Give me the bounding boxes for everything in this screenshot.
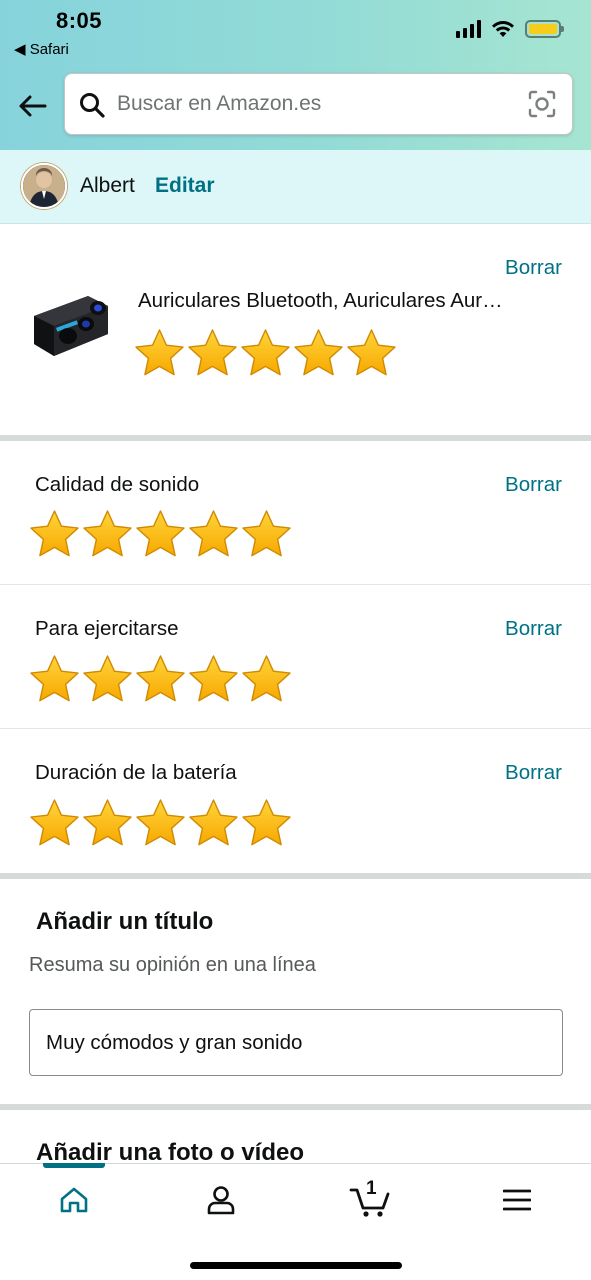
- camera-scan-icon[interactable]: [528, 90, 556, 118]
- search-input[interactable]: [117, 74, 517, 134]
- home-icon[interactable]: [44, 1178, 104, 1222]
- star-filled-icon[interactable]: [187, 653, 240, 706]
- star-filled-icon[interactable]: [81, 797, 134, 850]
- product-star-rating[interactable]: [133, 327, 398, 380]
- clear-product-rating-button[interactable]: Borrar: [505, 256, 562, 280]
- star-filled-icon[interactable]: [134, 653, 187, 706]
- section-divider: [0, 873, 591, 879]
- attribute-star-rating[interactable]: [28, 797, 293, 850]
- status-time: 8:05: [56, 8, 103, 33]
- star-filled-icon[interactable]: [345, 327, 398, 380]
- star-filled-icon[interactable]: [186, 327, 239, 380]
- star-filled-icon[interactable]: [292, 327, 345, 380]
- star-filled-icon[interactable]: [187, 797, 240, 850]
- attribute-star-rating[interactable]: [28, 508, 293, 561]
- star-filled-icon[interactable]: [28, 797, 81, 850]
- star-filled-icon[interactable]: [134, 797, 187, 850]
- reviewer-name: Albert: [80, 174, 135, 197]
- row-divider: [0, 584, 591, 585]
- reviewer-profile-bar: Albert Editar: [0, 150, 591, 224]
- home-indicator: [190, 1262, 402, 1269]
- clear-attribute-rating-button[interactable]: Borrar: [505, 761, 562, 785]
- star-filled-icon[interactable]: [28, 653, 81, 706]
- account-icon[interactable]: [191, 1178, 251, 1222]
- review-title-input[interactable]: [29, 1009, 563, 1076]
- add-title-heading: Añadir un título: [36, 908, 214, 935]
- star-filled-icon[interactable]: [81, 653, 134, 706]
- cellular-signal-icon: [456, 20, 481, 38]
- section-divider: [0, 435, 591, 441]
- row-divider: [0, 728, 591, 729]
- star-filled-icon[interactable]: [81, 508, 134, 561]
- product-title: Auriculares Bluetooth, Auriculares Aur…: [138, 289, 503, 312]
- search-bar[interactable]: [64, 73, 573, 135]
- cart-icon[interactable]: 1: [340, 1178, 400, 1222]
- clear-attribute-rating-button[interactable]: Borrar: [505, 617, 562, 641]
- arrow-left-icon[interactable]: [14, 88, 50, 124]
- attribute-label: Para ejercitarse: [35, 617, 179, 640]
- section-divider: [0, 1104, 591, 1110]
- avatar: [21, 163, 67, 209]
- bottom-navigation: 1: [0, 1163, 591, 1280]
- wifi-icon: [492, 21, 514, 37]
- star-filled-icon[interactable]: [28, 508, 81, 561]
- star-filled-icon[interactable]: [239, 327, 292, 380]
- star-filled-icon[interactable]: [240, 508, 293, 561]
- title-helper-text: Resuma su opinión en una línea: [29, 954, 316, 976]
- star-filled-icon[interactable]: [134, 508, 187, 561]
- back-to-safari-link[interactable]: ◀ Safari: [14, 40, 69, 58]
- attribute-label: Duración de la batería: [35, 761, 237, 784]
- search-icon[interactable]: [79, 92, 105, 118]
- cart-count-badge: 1: [366, 1178, 377, 1199]
- attribute-label: Calidad de sonido: [35, 473, 200, 496]
- product-image: [34, 296, 108, 356]
- star-filled-icon[interactable]: [240, 797, 293, 850]
- active-tab-indicator: [43, 1163, 105, 1168]
- attribute-star-rating[interactable]: [28, 653, 293, 706]
- star-filled-icon[interactable]: [187, 508, 240, 561]
- battery-icon: [525, 20, 564, 38]
- clear-attribute-rating-button[interactable]: Borrar: [505, 473, 562, 497]
- menu-icon[interactable]: [487, 1178, 547, 1222]
- star-filled-icon[interactable]: [133, 327, 186, 380]
- edit-profile-link[interactable]: Editar: [155, 174, 215, 198]
- app-header: 8:05 ◀ Safari: [0, 0, 591, 150]
- star-filled-icon[interactable]: [240, 653, 293, 706]
- status-icons: [456, 20, 564, 38]
- product-rating-section: Borrar Auriculares Bluetooth, Auriculare…: [0, 224, 591, 435]
